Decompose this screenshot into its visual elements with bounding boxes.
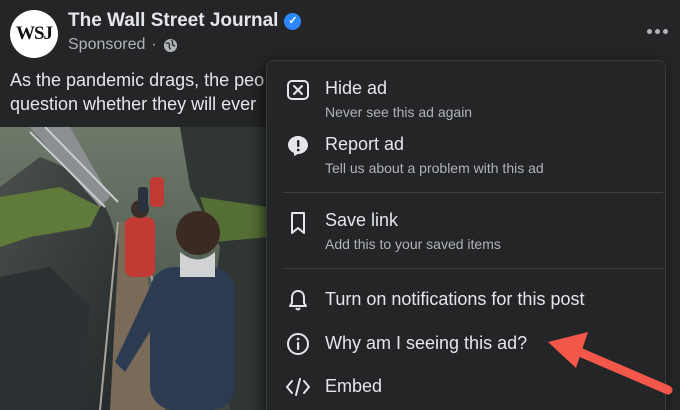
verified-badge-icon: ✓ bbox=[284, 13, 302, 30]
post-text-line-1: As the pandemic drags, the peo bbox=[10, 70, 265, 90]
menu-item-label: Report ad bbox=[325, 134, 405, 154]
post-image[interactable] bbox=[0, 127, 268, 410]
menu-item-label: Why am I seeing this ad? bbox=[325, 333, 528, 353]
menu-item-label: Hide ad bbox=[325, 78, 388, 98]
menu-item-report-ad[interactable]: Report ad Tell us about a problem with t… bbox=[267, 127, 667, 181]
post-text-line-2: question whether they will ever bbox=[10, 94, 257, 114]
menu-item-save-link[interactable]: Save link Add this to your saved items bbox=[267, 204, 667, 258]
rope-bridge-photo bbox=[0, 127, 268, 410]
menu-item-desc: Never see this ad again bbox=[325, 104, 473, 120]
post-text: As the pandemic drags, the peo question … bbox=[10, 68, 270, 116]
menu-item-hide-ad[interactable]: Hide ad Never see this ad again bbox=[267, 71, 667, 125]
menu-item-label: Embed bbox=[325, 376, 383, 396]
more-options-icon[interactable] bbox=[644, 18, 670, 44]
avatar-logo-text: WSJ bbox=[15, 23, 53, 44]
separator-dot: · bbox=[151, 36, 157, 53]
post-header: WSJ The Wall Street Journal ✓ Sponsored · bbox=[0, 0, 680, 66]
bookmark-icon bbox=[285, 210, 311, 236]
globe-icon bbox=[163, 38, 177, 52]
menu-item-label: Save link bbox=[325, 210, 399, 230]
sponsored-label[interactable]: Sponsored bbox=[68, 36, 145, 54]
annotation-arrow-icon bbox=[548, 332, 673, 395]
close-box-icon bbox=[285, 77, 311, 103]
menu-divider bbox=[283, 268, 663, 269]
page-name-link[interactable]: The Wall Street Journal ✓ bbox=[68, 10, 302, 32]
menu-item-desc: Tell us about a problem with this ad bbox=[325, 160, 544, 176]
bell-icon bbox=[285, 287, 311, 313]
page-name: The Wall Street Journal bbox=[68, 10, 279, 31]
menu-item-label: Turn on notifications for this post bbox=[325, 289, 585, 309]
menu-divider bbox=[283, 192, 663, 193]
page-avatar[interactable]: WSJ bbox=[10, 10, 58, 58]
alert-icon bbox=[285, 133, 311, 159]
info-icon bbox=[285, 331, 311, 357]
code-icon bbox=[285, 374, 311, 400]
menu-item-desc: Add this to your saved items bbox=[325, 236, 501, 252]
menu-item-turn-on-notifications[interactable]: Turn on notifications for this post bbox=[267, 279, 667, 319]
sponsored-row: Sponsored · bbox=[68, 36, 178, 54]
